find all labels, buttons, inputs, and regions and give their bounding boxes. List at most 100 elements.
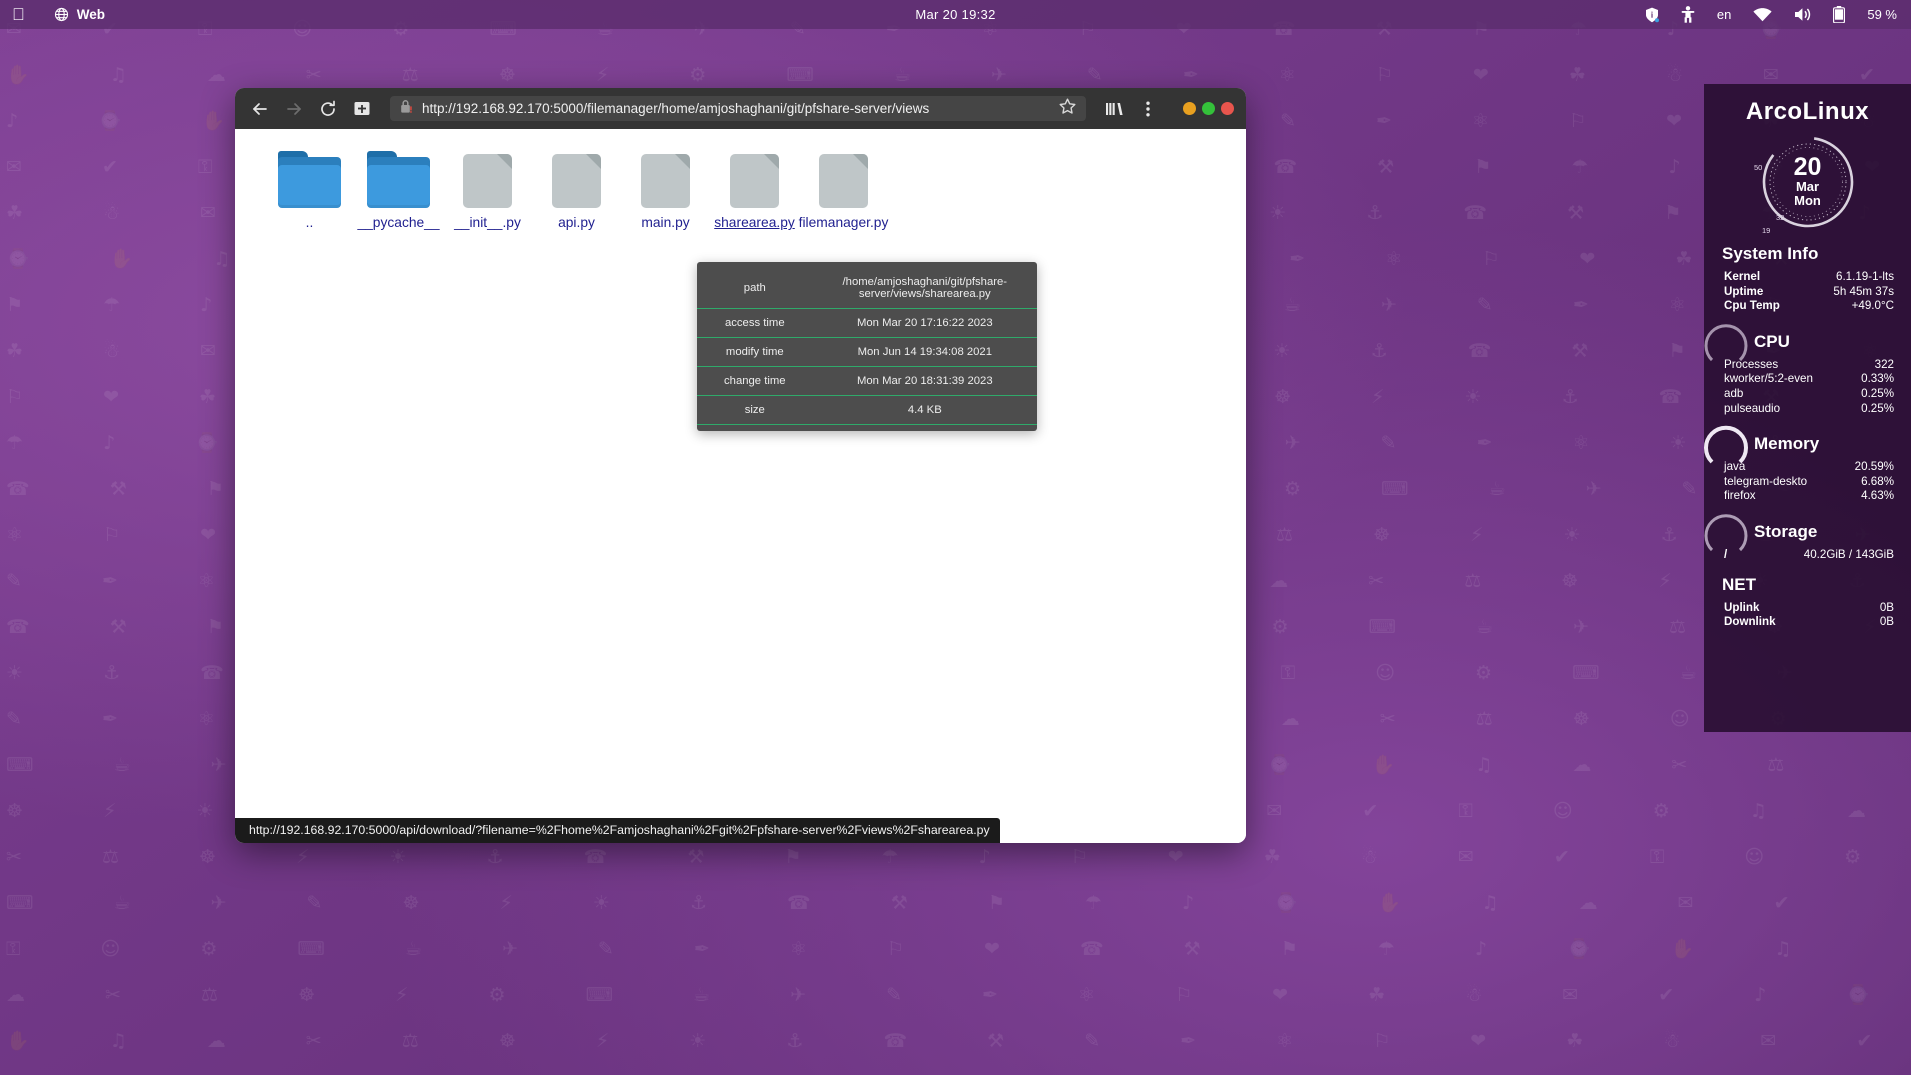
- stat-row: Downlink 0B: [1718, 615, 1897, 630]
- stat-key: Kernel: [1724, 270, 1761, 283]
- accessibility-icon[interactable]: [1681, 6, 1695, 23]
- clock-label: Mar 20 19:32: [915, 7, 996, 22]
- file-info-value: /home/amjoshaghani/git/pfshare-server/vi…: [812, 268, 1037, 309]
- url-text[interactable]: http://192.168.92.170:5000/filemanager/h…: [422, 101, 1050, 116]
- file-info-table: path/home/amjoshaghani/git/pfshare-serve…: [697, 268, 1037, 425]
- net-rows: Uplink 0B Downlink 0B: [1718, 601, 1897, 630]
- file-info-value: Mon Jun 14 19:34:08 2021: [812, 337, 1037, 367]
- clock-tick-2: 19: [1762, 226, 1771, 235]
- stat-value: 0.33%: [1861, 372, 1894, 386]
- file-item[interactable]: api.py: [532, 151, 621, 230]
- minimize-button[interactable]: [1183, 102, 1196, 115]
- distro-title: ArcoLinux: [1745, 98, 1870, 125]
- file-item[interactable]: __init__.py: [443, 151, 532, 230]
- address-bar[interactable]: http://192.168.92.170:5000/filemanager/h…: [390, 96, 1086, 121]
- file-item[interactable]: __pycache__: [354, 151, 443, 230]
- browser-toolbar: http://192.168.92.170:5000/filemanager/h…: [235, 88, 1246, 129]
- file-name-label[interactable]: sharearea.py: [714, 215, 795, 230]
- memory-arc-icon: [1704, 425, 1748, 464]
- forward-button[interactable]: [279, 94, 309, 124]
- storage-arc-icon: [1704, 514, 1748, 552]
- stat-value: 40.2GiB / 143GiB: [1803, 547, 1894, 561]
- file-item[interactable]: ..: [265, 151, 354, 230]
- stat-value: 0B: [1879, 600, 1894, 614]
- file-info-value: 4.4 KB: [812, 395, 1037, 425]
- stat-key: Cpu Temp: [1724, 299, 1780, 313]
- cpu-heading: CPU: [1754, 331, 1790, 351]
- file-name-label[interactable]: __init__.py: [454, 215, 521, 230]
- stat-row: Cpu Temp +49.0°C: [1718, 299, 1897, 314]
- maximize-button[interactable]: [1202, 102, 1215, 115]
- stat-row: kworker/5:2-even 0.33%: [1718, 372, 1897, 387]
- keyboard-layout-label[interactable]: en: [1717, 7, 1731, 22]
- stat-row: firefox 4.63%: [1718, 489, 1897, 504]
- insecure-lock-icon[interactable]: [400, 99, 413, 119]
- stat-value: 5h 45m 37s: [1833, 284, 1894, 298]
- close-button[interactable]: [1221, 102, 1234, 115]
- stat-value: 0.25%: [1861, 386, 1894, 400]
- cpu-arc-icon: [1704, 324, 1748, 361]
- back-button[interactable]: [245, 94, 275, 124]
- clock-tick-1: 32: [1776, 213, 1785, 222]
- file-name-label[interactable]: filemanager.py: [799, 215, 889, 230]
- reader-mode-icon[interactable]: [347, 94, 377, 124]
- kebab-menu-icon[interactable]: [1133, 94, 1163, 124]
- file-icon[interactable]: [723, 151, 786, 208]
- stat-row: Uplink 0B: [1718, 601, 1897, 616]
- library-icon[interactable]: [1099, 94, 1129, 124]
- storage-heading: Storage: [1754, 521, 1818, 541]
- stat-key: Downlink: [1724, 615, 1776, 629]
- stat-value: 20.59%: [1854, 460, 1894, 474]
- folder-icon[interactable]: [278, 151, 341, 208]
- stat-key: kworker/5:2-even: [1724, 372, 1813, 386]
- reload-button[interactable]: [313, 94, 343, 124]
- stat-key: pulseaudio: [1724, 401, 1781, 415]
- file-info-tooltip: path/home/amjoshaghani/git/pfshare-serve…: [697, 262, 1037, 431]
- file-item[interactable]: sharearea.py: [710, 151, 799, 230]
- active-app-indicator[interactable]: Web: [54, 7, 105, 22]
- file-item[interactable]: main.py: [621, 151, 710, 230]
- file-icon[interactable]: [634, 151, 697, 208]
- clock-weekday: Mon: [1794, 192, 1821, 208]
- stat-row: Kernel 6.1.19-1-lts: [1718, 270, 1897, 285]
- battery-percent-label: 59 %: [1867, 7, 1897, 22]
- stat-value: 322: [1874, 357, 1894, 371]
- file-name-label[interactable]: main.py: [641, 215, 689, 230]
- apple-logo-icon[interactable]: : [12, 6, 25, 23]
- memory-gauge-row: Memory: [1704, 425, 1897, 464]
- stat-key: Uplink: [1724, 600, 1760, 614]
- stat-key: Uptime: [1724, 284, 1764, 298]
- file-info-row: change time Mon Mar 20 18:31:39 2023: [697, 366, 1037, 396]
- cpu-rows: Processes 322 kworker/5:2-even 0.33% adb 0.25…: [1718, 358, 1897, 416]
- system-top-bar:  Web Mar 20 19:32 i en: [0, 0, 1911, 29]
- stat-row: Uptime 5h 45m 37s: [1718, 285, 1897, 300]
- battery-icon[interactable]: [1833, 6, 1846, 23]
- star-icon[interactable]: [1059, 98, 1076, 119]
- file-info-value: Mon Mar 20 18:31:39 2023: [812, 366, 1037, 396]
- stat-key: firefox: [1724, 489, 1756, 503]
- stat-row: adb 0.25%: [1718, 387, 1897, 402]
- volume-icon[interactable]: [1794, 7, 1811, 22]
- file-item[interactable]: filemanager.py: [799, 151, 888, 230]
- conky-system-monitor: ArcoLinux 50 32 19 20 Mar Mon System Inf…: [1704, 84, 1911, 732]
- file-name-label[interactable]: __pycache__: [357, 215, 439, 230]
- shield-icon[interactable]: i: [1645, 7, 1659, 23]
- stat-value: 0B: [1879, 615, 1894, 629]
- file-icon[interactable]: [812, 151, 875, 208]
- file-name-label[interactable]: api.py: [558, 215, 595, 230]
- file-icon[interactable]: [545, 151, 608, 208]
- globe-icon: [54, 7, 69, 22]
- file-info-key: change time: [697, 366, 813, 396]
- file-info-row: modify time Mon Jun 14 19:34:08 2021: [697, 337, 1037, 367]
- storage-gauge-row: Storage: [1704, 514, 1897, 552]
- file-info-row: path/home/amjoshaghani/git/pfshare-serve…: [697, 268, 1037, 309]
- file-name-label[interactable]: ..: [306, 215, 314, 230]
- memory-heading: Memory: [1754, 434, 1820, 454]
- wifi-icon[interactable]: [1753, 7, 1772, 22]
- file-icon[interactable]: [456, 151, 519, 208]
- folder-icon[interactable]: [367, 151, 430, 208]
- file-grid: .. __pycache__ __init__.py api.py main.py sha…: [265, 151, 1246, 230]
- status-bar-link: http://192.168.92.170:5000/api/download/…: [235, 818, 1000, 843]
- file-info-key: access time: [697, 308, 813, 338]
- stat-row: pulseaudio 0.25%: [1718, 402, 1897, 417]
